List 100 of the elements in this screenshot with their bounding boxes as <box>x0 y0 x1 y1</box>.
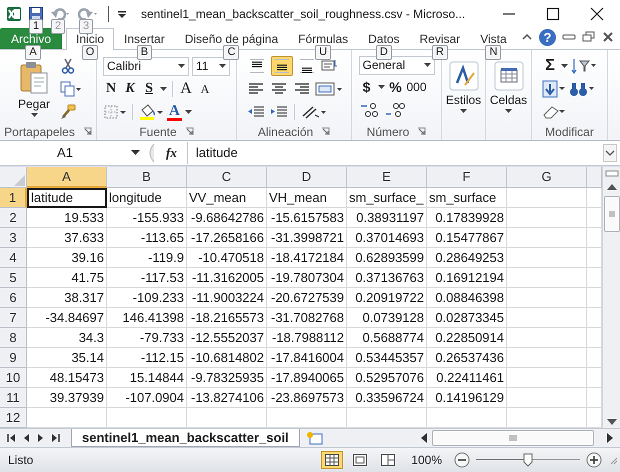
table-cell: -9.78325935 <box>187 368 267 388</box>
row-header[interactable]: 5 <box>0 268 27 288</box>
close-icon[interactable] <box>590 6 604 21</box>
scroll-down-icon[interactable] <box>606 418 616 425</box>
number-format-dropdown[interactable]: General <box>358 56 434 75</box>
dialog-launcher-icon[interactable] <box>82 127 92 136</box>
thousands-button[interactable]: 000 <box>406 78 427 97</box>
insert-function-button[interactable]: fx <box>160 144 183 161</box>
expand-formula-bar-icon[interactable] <box>603 144 617 162</box>
row-header[interactable]: 1 <box>0 188 27 208</box>
vertical-align-button[interactable] <box>270 56 292 76</box>
row-header[interactable]: 11 <box>0 388 27 408</box>
table-cell: -11.3162005 <box>187 268 267 288</box>
shrink-font-button[interactable]: A <box>197 80 213 99</box>
column-header[interactable]: F <box>427 166 507 188</box>
scrollbar-thumb[interactable] <box>604 196 620 232</box>
maximize-icon[interactable] <box>546 6 560 21</box>
dropdown-caret-icon[interactable] <box>131 150 140 156</box>
grow-font-button[interactable]: A <box>178 80 194 99</box>
fill-color-icon[interactable] <box>138 103 164 122</box>
column-header[interactable]: B <box>107 166 187 188</box>
row-header[interactable]: 6 <box>0 288 27 308</box>
close-icon[interactable] <box>602 31 614 44</box>
zoom-in-icon[interactable] <box>586 452 602 468</box>
dropdown-caret-icon[interactable] <box>561 64 568 68</box>
borders-icon[interactable] <box>103 104 127 120</box>
scroll-right-icon[interactable] <box>606 433 614 444</box>
redo-icon[interactable] <box>78 6 100 22</box>
currency-button[interactable]: $ <box>358 78 374 97</box>
merge-cells-icon[interactable] <box>314 81 342 98</box>
row-header[interactable]: 2 <box>0 208 27 228</box>
formula-field[interactable]: latitude <box>186 142 599 164</box>
row-header[interactable]: 10 <box>0 368 27 388</box>
help-button[interactable]: ? <box>539 28 556 46</box>
percent-button[interactable]: % <box>388 78 404 97</box>
table-cell: -11.9003224 <box>187 288 267 308</box>
table-cell: 0.20919722 <box>347 288 427 308</box>
zoom-slider-thumb[interactable] <box>523 453 533 468</box>
column-header[interactable]: G <box>507 166 587 188</box>
collapse-ribbon-icon[interactable] <box>521 32 533 42</box>
zoom-level[interactable]: 100% <box>411 453 442 468</box>
scissors-icon[interactable] <box>60 58 76 74</box>
row-header[interactable]: 8 <box>0 328 27 348</box>
scroll-left-icon[interactable] <box>420 433 428 444</box>
font-color-button[interactable]: A <box>167 104 182 121</box>
scrollbar-thumb[interactable] <box>432 430 594 446</box>
last-sheet-icon[interactable] <box>51 433 61 444</box>
restore-icon[interactable] <box>582 31 596 44</box>
undo-icon[interactable] <box>50 6 72 22</box>
dropdown-caret-icon[interactable] <box>184 110 192 114</box>
italic-button[interactable]: K <box>122 80 138 99</box>
font-name-dropdown[interactable]: Calibri <box>103 56 189 76</box>
split-handle-icon[interactable] <box>604 170 620 178</box>
window-title: sentinel1_mean_backscatter_soil_roughness.csv - Microso... <box>141 6 466 21</box>
resize-grip-icon[interactable] <box>608 455 618 466</box>
sort-filter-icon[interactable] <box>571 57 597 76</box>
align-lines-icon <box>248 59 264 74</box>
sheet-tab[interactable]: sentinel1_mean_backscatter_soil <box>71 429 300 448</box>
row-header[interactable]: 7 <box>0 308 27 328</box>
table-cell: -19.7807304 <box>267 268 347 288</box>
dialog-launcher-icon[interactable] <box>184 127 194 136</box>
keytip: C <box>223 44 240 60</box>
scroll-up-icon[interactable] <box>606 184 616 190</box>
cells-icon <box>494 60 524 91</box>
column-header[interactable]: A <box>27 166 107 188</box>
autosum-button[interactable]: Σ <box>542 56 558 76</box>
column-header[interactable]: C <box>187 166 267 188</box>
underline-button[interactable]: S <box>141 80 157 99</box>
zoom-out-icon[interactable] <box>454 452 470 468</box>
vertical-scrollbar[interactable] <box>602 166 620 428</box>
copy-icon[interactable] <box>60 80 82 97</box>
dropdown-caret-icon[interactable] <box>378 85 384 90</box>
normal-view-button[interactable] <box>321 451 344 470</box>
text-orientation-icon[interactable] <box>300 104 328 120</box>
table-cell: -17.2658166 <box>187 228 267 248</box>
bold-button[interactable]: N <box>103 80 119 99</box>
column-header[interactable]: E <box>347 166 427 188</box>
row-header[interactable]: 4 <box>0 248 27 268</box>
keytip: 3 <box>79 18 94 34</box>
dropdown-caret-icon[interactable] <box>160 87 167 92</box>
table-cell: -107.0904 <box>107 388 187 408</box>
table-cell: 0.53445357 <box>347 348 427 368</box>
row-header[interactable]: 3 <box>0 228 27 248</box>
binoculars-icon[interactable] <box>569 80 595 98</box>
increase-decimal-icon[interactable] <box>358 101 380 120</box>
fill-down-icon[interactable] <box>542 80 566 98</box>
first-sheet-icon[interactable] <box>6 433 16 444</box>
status-text: Listo <box>8 453 34 468</box>
save-icon[interactable] <box>28 6 44 22</box>
dialog-launcher-icon[interactable] <box>321 127 330 136</box>
column-header[interactable]: D <box>267 166 347 188</box>
paintbrush-icon[interactable] <box>60 104 76 120</box>
decrease-decimal-icon[interactable] <box>384 101 406 120</box>
row-header[interactable]: 12 <box>0 408 27 428</box>
dialog-launcher-icon[interactable] <box>417 127 426 136</box>
name-box[interactable]: A1 <box>3 145 127 160</box>
row-header[interactable]: 9 <box>0 348 27 368</box>
keytip: 1 <box>29 18 44 34</box>
font-size-dropdown[interactable]: 11 <box>192 56 230 76</box>
table-cell: -13.8274106 <box>187 388 267 408</box>
